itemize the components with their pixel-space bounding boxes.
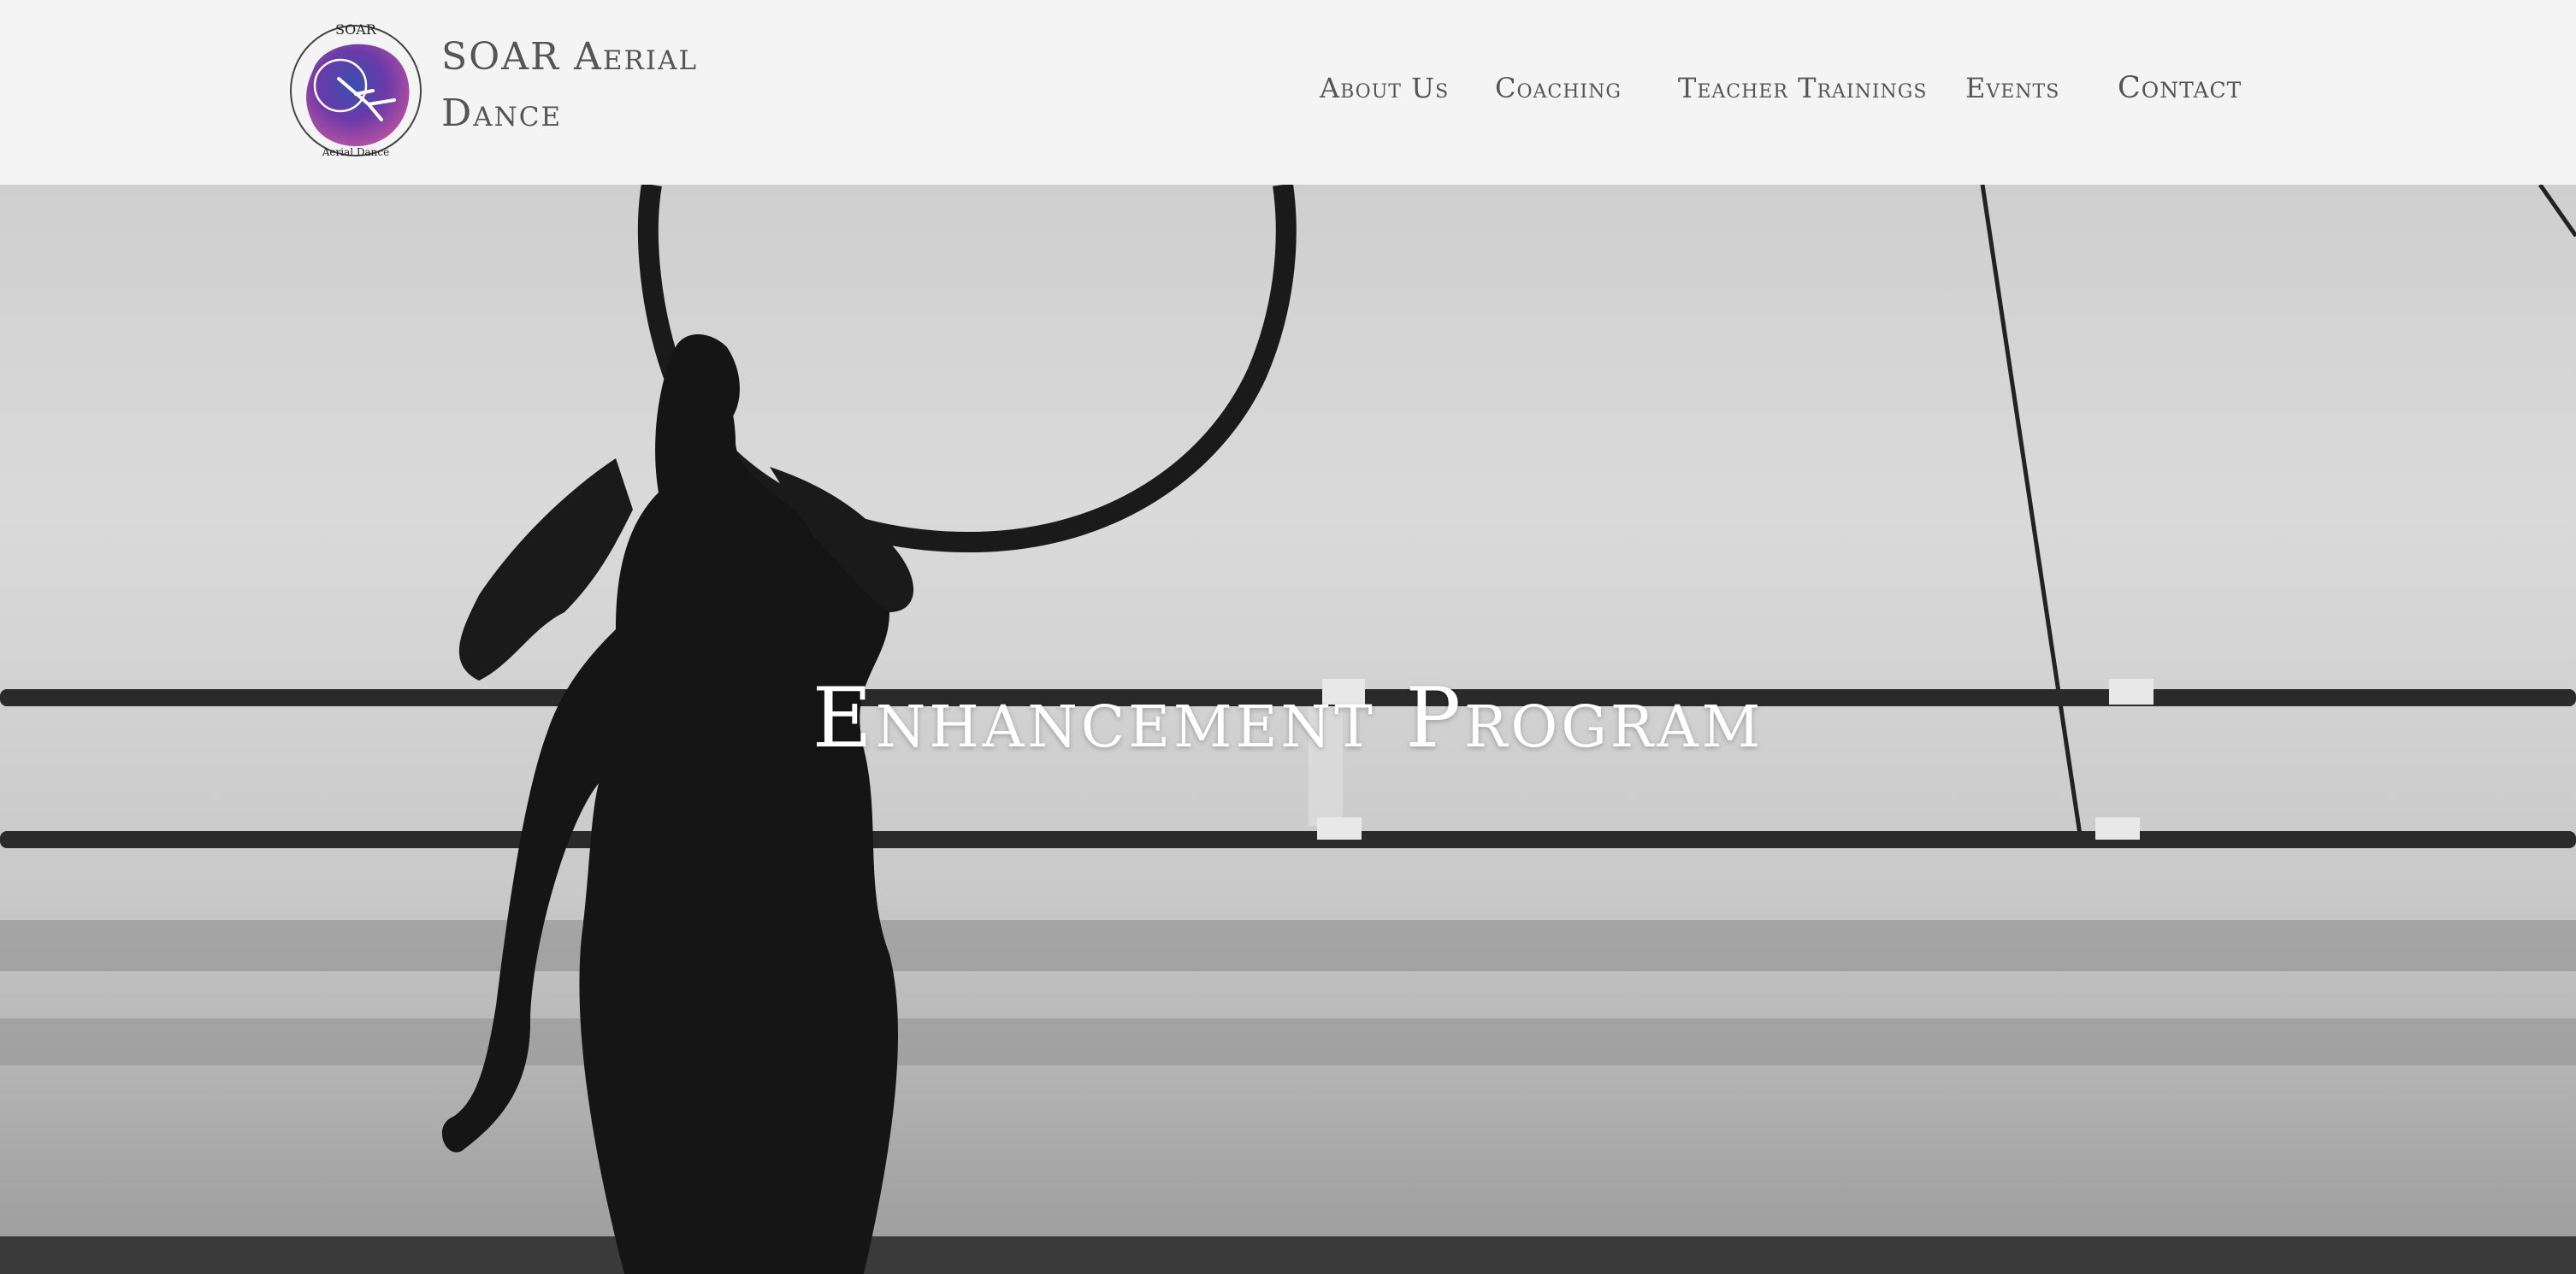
logo-bottom-text: Aerial Dance xyxy=(322,146,389,158)
soar-logo[interactable]: SOAR Aerial Dance xyxy=(287,19,424,159)
nav-coaching[interactable]: Coaching xyxy=(1495,72,1622,104)
site-name[interactable]: SOAR Aerial Dance xyxy=(441,29,732,142)
logo-top-text: SOAR xyxy=(335,21,377,38)
site-name-line2: Dance xyxy=(441,91,563,135)
hero-section: Enhancement Program xyxy=(0,185,2576,1274)
nav-teacher-trainings[interactable]: Teacher Trainings xyxy=(1678,72,1927,104)
site-header: SOAR Aerial Dance SOAR Aerial Dance Abou… xyxy=(0,0,2576,185)
nav-events[interactable]: Events xyxy=(1965,72,2059,104)
site-name-line1: SOAR Aerial xyxy=(441,35,699,79)
nav-about-us[interactable]: About Us xyxy=(1320,72,1449,104)
hero-title: Enhancement Program xyxy=(812,670,1764,766)
nav-contact[interactable]: Contact xyxy=(2118,71,2242,105)
